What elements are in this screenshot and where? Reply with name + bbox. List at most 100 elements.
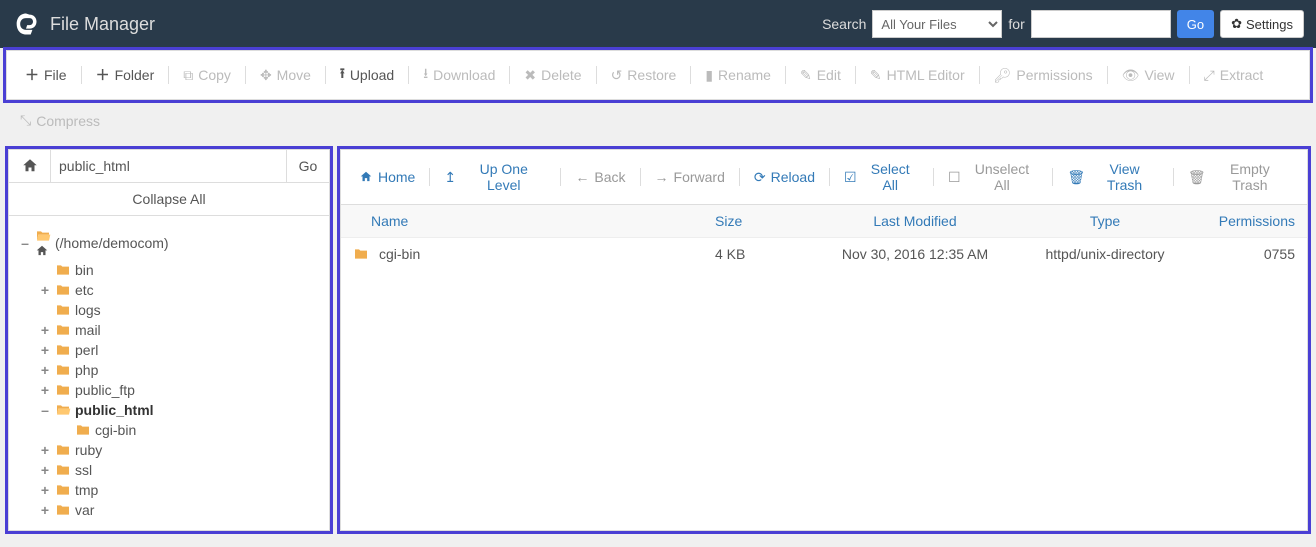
- search-go-button[interactable]: Go: [1177, 10, 1214, 38]
- tree-item[interactable]: + var: [15, 500, 323, 520]
- col-size[interactable]: Size: [715, 213, 815, 229]
- nav-forward-button[interactable]: →Forward: [645, 162, 735, 192]
- expander-icon[interactable]: +: [39, 442, 51, 458]
- col-permissions[interactable]: Permissions: [1195, 213, 1295, 229]
- tree-item-label: perl: [75, 342, 98, 358]
- tree-item[interactable]: + php: [15, 360, 323, 380]
- nav-reload-button[interactable]: ⟳Reload: [744, 162, 825, 193]
- table-row[interactable]: cgi-bin4 KBNov 30, 2016 12:35 AMhttpd/un…: [341, 238, 1307, 270]
- tree-item[interactable]: bin: [15, 260, 323, 280]
- col-type[interactable]: Type: [1015, 213, 1195, 229]
- check-icon: ☑: [844, 169, 857, 186]
- folder-icon: [55, 382, 71, 398]
- tree-item-label: php: [75, 362, 98, 378]
- tree-item[interactable]: +tmp: [15, 480, 323, 500]
- tree-item-label: ssl: [75, 462, 92, 478]
- path-row: Go: [9, 150, 329, 183]
- home-icon: [35, 244, 51, 258]
- extract-button[interactable]: ⤢Extract: [1194, 61, 1274, 90]
- tree-item[interactable]: –(/home/democom): [15, 226, 323, 260]
- tree-item[interactable]: + perl: [15, 340, 323, 360]
- main-area: Go Collapse All –(/home/democom) bin +etc l…: [0, 141, 1316, 539]
- expander-icon[interactable]: +: [39, 282, 51, 298]
- restore-icon: ↺: [611, 67, 623, 84]
- file-name: cgi-bin: [379, 246, 420, 262]
- folder-tree: –(/home/democom) bin +etc logs + mail + perl + ph…: [9, 216, 329, 530]
- expander-icon[interactable]: +: [39, 482, 51, 498]
- file-size: 4 KB: [715, 246, 815, 262]
- path-go-button[interactable]: Go: [287, 150, 329, 182]
- settings-button[interactable]: ✿ Settings: [1220, 10, 1304, 38]
- search-input[interactable]: [1031, 10, 1171, 38]
- search-scope-select[interactable]: All Your Files: [872, 10, 1002, 38]
- nav-unselect-all-button[interactable]: ☐Unselect All: [938, 154, 1048, 200]
- upload-button[interactable]: ⭱Upload: [330, 57, 404, 93]
- cpanel-logo-icon: [12, 10, 40, 38]
- home-icon-button[interactable]: [9, 150, 51, 182]
- trash-icon: 🗑: [1067, 169, 1085, 186]
- folder-icon: [55, 322, 71, 338]
- plus-icon: ＋: [25, 65, 39, 85]
- folder-icon: [55, 282, 71, 298]
- delete-button[interactable]: ✖Delete: [514, 61, 591, 90]
- settings-label: Settings: [1246, 17, 1293, 32]
- tree-item[interactable]: – public_html: [15, 400, 323, 420]
- tree-item[interactable]: logs: [15, 300, 323, 320]
- tree-item[interactable]: +etc: [15, 280, 323, 300]
- html-editor-button[interactable]: ✎HTML Editor: [860, 61, 975, 90]
- view-button[interactable]: 👁View: [1112, 61, 1185, 90]
- nav-view-trash-button[interactable]: 🗑View Trash: [1057, 154, 1169, 200]
- expander-icon[interactable]: +: [39, 342, 51, 358]
- nav-up-button[interactable]: ↥Up One Level: [434, 154, 556, 200]
- collapse-all-button[interactable]: Collapse All: [9, 183, 329, 216]
- arrow-up-icon: ↥: [444, 169, 456, 186]
- expander-icon[interactable]: +: [39, 462, 51, 478]
- tree-item[interactable]: +public_ftp: [15, 380, 323, 400]
- rename-button[interactable]: ▮Rename: [695, 61, 781, 90]
- tree-item[interactable]: + ssl: [15, 460, 323, 480]
- tree-item-label: logs: [75, 302, 101, 318]
- restore-button[interactable]: ↺Restore: [601, 61, 687, 90]
- col-name[interactable]: Name: [353, 213, 715, 229]
- expander-icon[interactable]: +: [39, 502, 51, 518]
- folder-icon: [55, 502, 71, 518]
- nav-empty-trash-button[interactable]: 🗑Empty Trash: [1178, 154, 1299, 200]
- move-button[interactable]: ✥Move: [250, 61, 321, 90]
- folder-icon: [35, 228, 51, 258]
- expander-icon[interactable]: –: [19, 235, 31, 251]
- nav-select-all-button[interactable]: ☑Select All: [834, 154, 929, 200]
- folder-icon: [55, 442, 71, 458]
- file-modified: Nov 30, 2016 12:35 AM: [815, 246, 1015, 262]
- home-icon: [359, 170, 373, 184]
- tree-item[interactable]: +ruby: [15, 440, 323, 460]
- tree-item-label: mail: [75, 322, 101, 338]
- nav-home-button[interactable]: Home: [349, 162, 425, 192]
- table-header: Name Size Last Modified Type Permissions: [341, 205, 1307, 238]
- tree-item[interactable]: cgi-bin: [15, 420, 323, 440]
- compress-button[interactable]: ⤡Compress: [10, 106, 110, 135]
- col-modified[interactable]: Last Modified: [815, 213, 1015, 229]
- file-button[interactable]: ＋File: [15, 59, 77, 91]
- copy-button[interactable]: ⧉Copy: [173, 61, 241, 90]
- file-list-panel: Home ↥Up One Level ←Back →Forward ⟳Reloa…: [340, 149, 1308, 531]
- permissions-button[interactable]: 🔑︎Permissions: [984, 61, 1103, 90]
- expander-icon[interactable]: +: [39, 322, 51, 338]
- reload-icon: ⟳: [754, 169, 766, 186]
- move-icon: ✥: [260, 67, 272, 84]
- edit-button[interactable]: ✎Edit: [790, 61, 851, 90]
- tree-item-label: bin: [75, 262, 94, 278]
- folder-button[interactable]: ＋Folder: [86, 59, 165, 91]
- plus-icon: ＋: [96, 65, 110, 85]
- expander-icon[interactable]: –: [39, 402, 51, 418]
- tree-item-label: var: [75, 502, 94, 518]
- download-button[interactable]: ⭳Download: [413, 57, 505, 93]
- topbar-right: Search All Your Files for Go ✿ Settings: [822, 10, 1304, 38]
- tree-item-label: public_html: [75, 402, 154, 418]
- expander-icon[interactable]: +: [39, 362, 51, 378]
- expander-icon[interactable]: +: [39, 382, 51, 398]
- nav-back-button[interactable]: ←Back: [565, 162, 635, 192]
- path-input[interactable]: [51, 150, 287, 182]
- tree-item[interactable]: + mail: [15, 320, 323, 340]
- folder-icon: [353, 246, 369, 262]
- folder-icon: [55, 342, 71, 358]
